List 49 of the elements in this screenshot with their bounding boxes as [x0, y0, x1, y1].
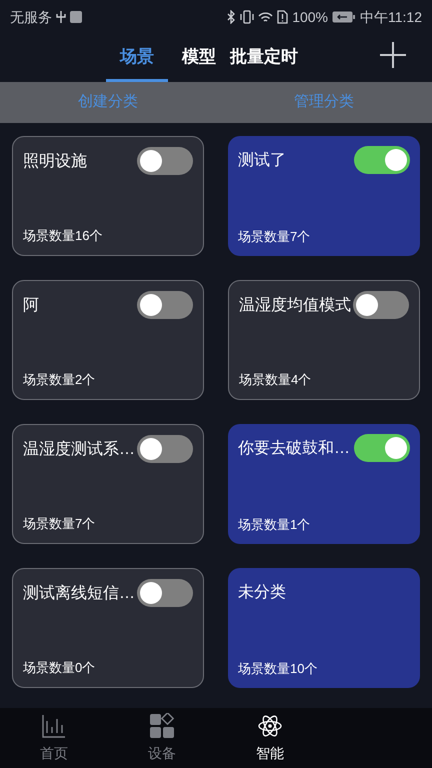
- scene-count: 场景数量10个: [238, 660, 318, 678]
- toggle-switch[interactable]: [137, 435, 193, 463]
- scene-count: 场景数量0个: [23, 658, 96, 676]
- nav-item[interactable]: 首页: [0, 708, 108, 768]
- scene-count: 场景数量1个: [238, 516, 310, 534]
- carrier-text: 无服务: [10, 8, 52, 26]
- bar-chart-icon: [41, 712, 67, 738]
- tab[interactable]: 批量定时: [230, 44, 298, 82]
- category-name: 温湿度均值模式: [239, 296, 351, 316]
- scene-count: 场景数量16个: [23, 226, 102, 244]
- toggle-switch[interactable]: [353, 291, 409, 319]
- vibrate-icon: [240, 10, 254, 24]
- category-card[interactable]: 测试了 场景数量7个: [228, 136, 420, 256]
- scene-count: 场景数量4个: [239, 370, 312, 388]
- category-name: 测试离线短信…: [23, 584, 135, 604]
- category-name: 照明设施: [23, 152, 87, 172]
- category-name: 测试了: [238, 150, 286, 171]
- add-icon[interactable]: [380, 42, 406, 68]
- blocks-icon: [149, 712, 175, 738]
- category-card[interactable]: 照明设施 场景数量16个: [12, 136, 204, 256]
- clock-text: 中午11:12: [360, 8, 422, 26]
- tab[interactable]: 模型: [182, 44, 216, 82]
- toggle-switch[interactable]: [137, 291, 193, 319]
- atom-icon: [257, 712, 283, 738]
- category-card[interactable]: 温湿度测试系… 场景数量7个: [12, 424, 204, 544]
- toggle-switch[interactable]: [354, 434, 410, 462]
- toggle-switch[interactable]: [354, 146, 410, 174]
- usb-icon: [56, 10, 66, 24]
- category-name: 未分类: [238, 582, 286, 603]
- category-name: 你要去破鼓和…: [238, 438, 350, 459]
- category-card[interactable]: 温湿度均值模式 场景数量4个: [228, 280, 420, 400]
- scene-count: 场景数量7个: [23, 514, 96, 532]
- bluetooth-icon: [227, 10, 236, 24]
- scene-count: 场景数量7个: [238, 228, 310, 246]
- battery-icon: [332, 11, 356, 23]
- wifi-icon: [258, 10, 274, 24]
- category-card[interactable]: 未分类 场景数量10个: [228, 568, 420, 688]
- scene-count: 场景数量2个: [23, 370, 96, 388]
- category-card[interactable]: 你要去破鼓和… 场景数量1个: [228, 424, 420, 544]
- nav-item[interactable]: 设备: [108, 708, 216, 768]
- category-card[interactable]: 测试离线短信… 场景数量0个: [12, 568, 204, 688]
- sim-icon: [277, 10, 288, 24]
- nav-item[interactable]: 智能: [216, 708, 324, 768]
- category-name: 阿: [23, 296, 39, 316]
- toggle-switch[interactable]: [137, 579, 193, 607]
- category-card[interactable]: 阿 场景数量2个: [12, 280, 204, 400]
- category-name: 温湿度测试系…: [23, 440, 135, 460]
- battery-text: 100%: [292, 8, 328, 26]
- toggle-switch[interactable]: [137, 147, 193, 175]
